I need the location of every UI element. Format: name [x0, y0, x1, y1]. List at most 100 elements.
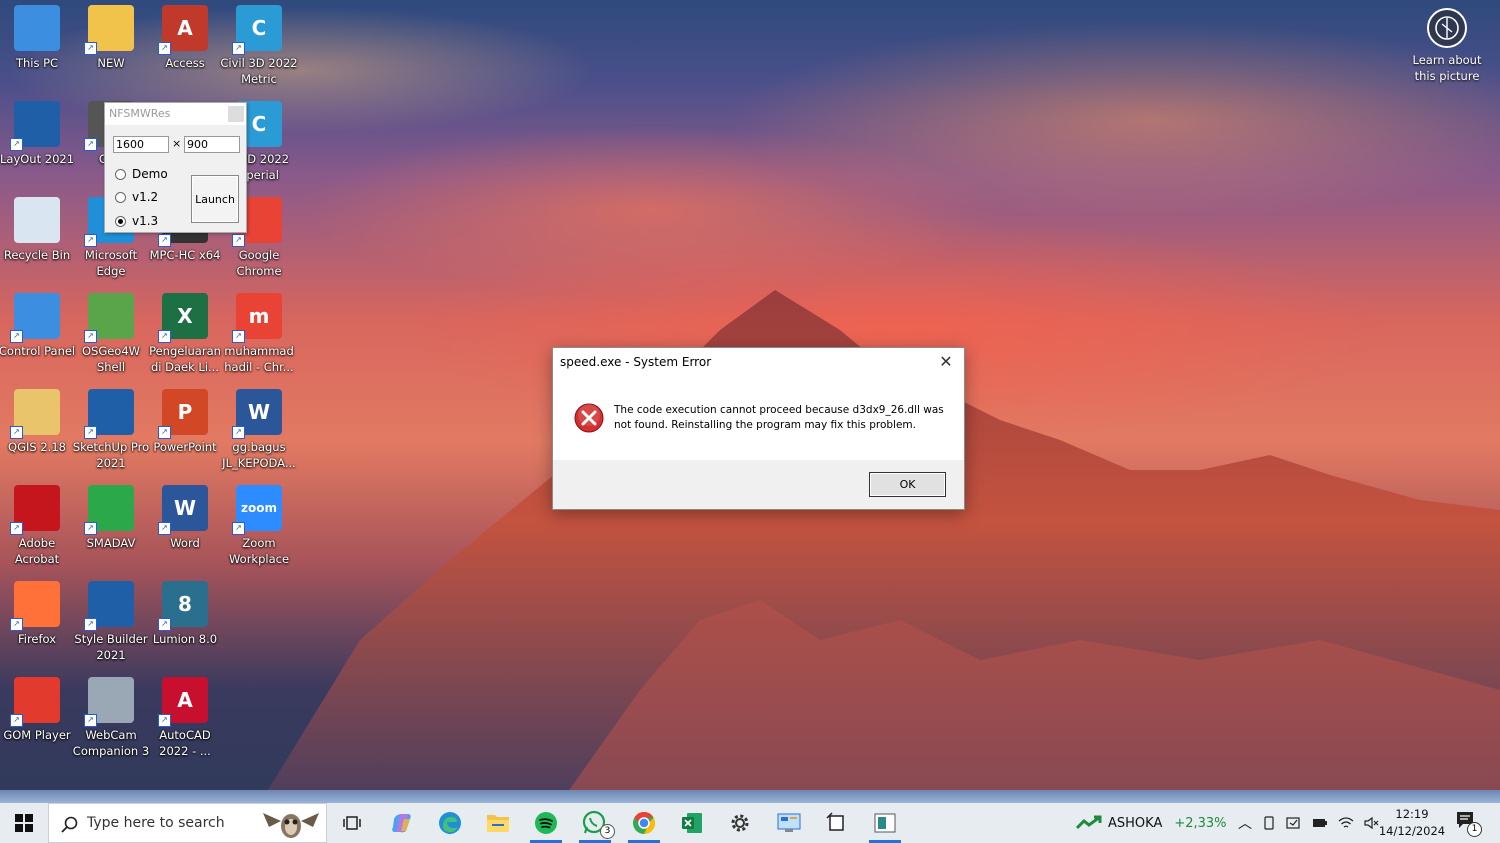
nfs-option-v13[interactable]: v1.3 [115, 214, 158, 228]
firefox-icon: ↗ [10, 581, 60, 631]
desktop-icon-label: Firefox [17, 632, 57, 646]
search-placeholder: Type here to search [87, 815, 225, 831]
nfs-option-v12[interactable]: v1.2 [115, 190, 158, 204]
desktop-icon-label: Control Panel [0, 344, 76, 358]
desktop-icon-label: gg.bagus JL_KEPODA... [222, 440, 296, 470]
radio-v13[interactable] [115, 215, 126, 227]
desktop-icon-label: Recycle Bin [3, 248, 71, 262]
wifi-icon[interactable] [1338, 816, 1354, 830]
shortcut-arrow-icon: ↗ [84, 426, 97, 439]
desktop-icon[interactable]: This PC [0, 5, 77, 71]
desktop-icon[interactable]: ↗ OSGeo4W Shell [71, 293, 151, 375]
taskbar-control-panel[interactable] [765, 803, 813, 843]
desktop-icon[interactable]: P ↗ PowerPoint [145, 389, 225, 455]
desktop-icon[interactable]: W ↗ gg.bagus JL_KEPODA... [219, 389, 299, 471]
taskbar-search-box[interactable]: Type here to search [48, 803, 327, 843]
desktop-icon-label: WebCam Companion 3 [72, 728, 150, 758]
desktop-icon-label: Zoom Workplace [228, 536, 290, 566]
shortcut-arrow-icon: ↗ [158, 618, 171, 631]
shortcut-arrow-icon: ↗ [10, 330, 23, 343]
desktop-icon[interactable]: ↗ Adobe Acrobat [0, 485, 77, 567]
osgeo-icon: ↗ [84, 293, 134, 343]
chevron-up-icon[interactable]: ︿ [1238, 813, 1252, 833]
error-icon [573, 402, 605, 438]
clock-date: 14/12/2024 [1378, 824, 1446, 838]
shortcut-arrow-icon: ↗ [84, 42, 97, 55]
excel-file-icon: X ↗ [158, 293, 208, 343]
desktop-icon[interactable]: Recycle Bin [0, 197, 77, 263]
desktop-icon[interactable]: ↗ QGIS 2.18 [0, 389, 77, 455]
shortcut-arrow-icon: ↗ [10, 522, 23, 535]
desktop-icon[interactable]: ↗ GOM Player [0, 677, 77, 743]
windows-icon [15, 814, 33, 832]
radio-v12[interactable] [115, 191, 126, 203]
start-button[interactable] [0, 803, 48, 843]
desktop-icon[interactable]: ↗ SMADAV [71, 485, 151, 551]
desktop-icon[interactable]: C ↗ Civil 3D 2022 Metric [219, 5, 299, 87]
desktop-icon[interactable]: X ↗ Pengeluaran di Daek Li... [145, 293, 225, 375]
owl-search-highlight-icon [263, 813, 319, 838]
taskbar-file-explorer[interactable] [474, 803, 522, 843]
shortcut-arrow-icon: ↗ [84, 138, 97, 151]
phone-link-icon[interactable] [1262, 816, 1276, 830]
learn-about-picture-label: Learn about this picture [1412, 53, 1482, 83]
stock-widget[interactable]: ASHOKA +2,33% [1076, 803, 1227, 843]
desktop-icon[interactable]: ↗ Control Panel [0, 293, 77, 359]
desktop-icon[interactable]: ↗ SketchUp Pro 2021 [71, 389, 151, 471]
smadav-icon: ↗ [84, 485, 134, 535]
style-builder-icon: ↗ [84, 581, 134, 631]
word-icon: W ↗ [158, 485, 208, 535]
nfs-height-input[interactable] [184, 136, 240, 153]
taskbar-whatsapp[interactable]: 3 [571, 803, 619, 843]
taskbar-edge[interactable] [426, 803, 474, 843]
task-view-button[interactable] [328, 803, 376, 843]
desktop-icon[interactable]: zoom ↗ Zoom Workplace [219, 485, 299, 567]
taskbar-chrome[interactable] [620, 803, 668, 843]
desktop-icon-label: Adobe Acrobat [14, 536, 60, 566]
desktop-icon-label: Google Chrome [236, 248, 282, 278]
clock[interactable]: 12:19 14/12/2024 [1376, 806, 1448, 840]
desktop-icon-label: Civil 3D 2022 Metric [220, 56, 298, 86]
learn-about-picture[interactable]: Learn about this picture [1406, 8, 1488, 84]
desktop-icon-label: SMADAV [86, 536, 136, 550]
desktop-icon[interactable]: m ↗ muhammad hadil - Chr... [219, 293, 299, 375]
radio-demo[interactable] [115, 168, 126, 180]
webcam-icon: ↗ [84, 677, 134, 727]
nfs-option-demo[interactable]: Demo [115, 167, 168, 181]
shortcut-arrow-icon: ↗ [84, 618, 97, 631]
taskbar-settings[interactable] [716, 803, 764, 843]
desktop-icon[interactable]: ↗ WebCam Companion 3 [71, 677, 151, 759]
nfs-titlebar[interactable]: NFSMWRes [105, 103, 246, 125]
stock-name: ASHOKA [1108, 815, 1163, 831]
nfs-launch-button[interactable]: Launch [191, 175, 239, 223]
taskbar-nfs-launcher[interactable] [861, 803, 909, 843]
edge-icon [439, 812, 461, 834]
desktop-icon[interactable]: A ↗ Access [145, 5, 225, 71]
desktop-icon[interactable]: 8 ↗ Lumion 8.0 [145, 581, 225, 647]
taskbar-spotify[interactable] [522, 803, 570, 843]
notification-center-button[interactable]: 1 [1456, 811, 1484, 837]
notification-count: 1 [1467, 822, 1482, 837]
battery-icon[interactable] [1312, 817, 1328, 829]
nfs-width-input[interactable] [113, 136, 169, 153]
desktop-icon[interactable]: W ↗ Word [145, 485, 225, 551]
ok-button[interactable]: OK [869, 472, 946, 497]
whatsapp-badge: 3 [600, 824, 615, 839]
taskbar-snipping[interactable] [813, 803, 861, 843]
nfs-close-button[interactable] [228, 106, 244, 122]
system-tray-icons: ︿ [1238, 803, 1380, 843]
desktop-icon[interactable]: ↗ LayOut 2021 [0, 101, 77, 167]
desktop-icon[interactable]: ↗ Style Builder 2021 [71, 581, 151, 663]
meet-now-icon[interactable] [1286, 816, 1302, 830]
taskbar-copilot[interactable] [378, 803, 426, 843]
sketchup-icon: ↗ [84, 389, 134, 439]
shortcut-arrow-icon: ↗ [158, 234, 171, 247]
dialog-close-button[interactable]: ✕ [936, 352, 956, 372]
shortcut-arrow-icon: ↗ [158, 426, 171, 439]
folder-icon [487, 815, 509, 832]
desktop-icon[interactable]: ↗ NEW [71, 5, 151, 71]
shortcut-arrow-icon: ↗ [10, 426, 23, 439]
desktop-icon[interactable]: ↗ Firefox [0, 581, 77, 647]
taskbar-excel[interactable] [668, 803, 716, 843]
desktop-icon[interactable]: A ↗ AutoCAD 2022 - ... [145, 677, 225, 759]
